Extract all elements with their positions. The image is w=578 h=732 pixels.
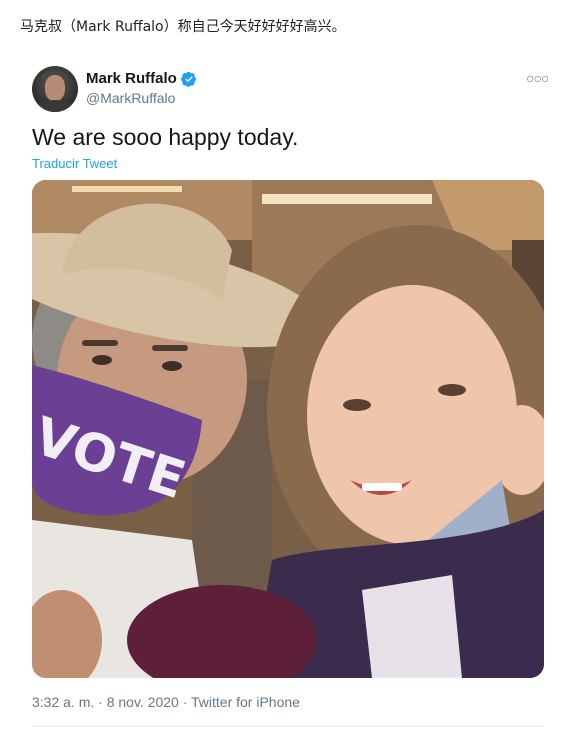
tweet-card: Mark Ruffalo @MarkRuffalo ○○○ We are soo… <box>0 50 578 732</box>
more-dots-icon[interactable]: ○○○ <box>526 70 549 86</box>
selfie-image: VOTE <box>32 180 544 678</box>
divider <box>32 726 544 727</box>
author-avatar[interactable] <box>32 66 78 112</box>
page-caption: 马克叔（Mark Ruffalo）称自己今天好好好好高兴。 <box>20 19 346 35</box>
translate-tweet-link[interactable]: Traducir Tweet <box>32 156 117 171</box>
tweet-text: We are sooo happy today. <box>32 124 299 150</box>
author-name[interactable]: Mark Ruffalo <box>86 70 177 87</box>
tweet-timestamp[interactable]: 3:32 a. m. · 8 nov. 2020 · Twitter for i… <box>32 694 300 710</box>
author-handle[interactable]: @MarkRuffalo <box>86 90 175 106</box>
author-name-row[interactable]: Mark Ruffalo <box>86 70 197 87</box>
tweet-photo[interactable]: VOTE <box>32 180 544 678</box>
verified-badge-icon <box>180 71 196 87</box>
